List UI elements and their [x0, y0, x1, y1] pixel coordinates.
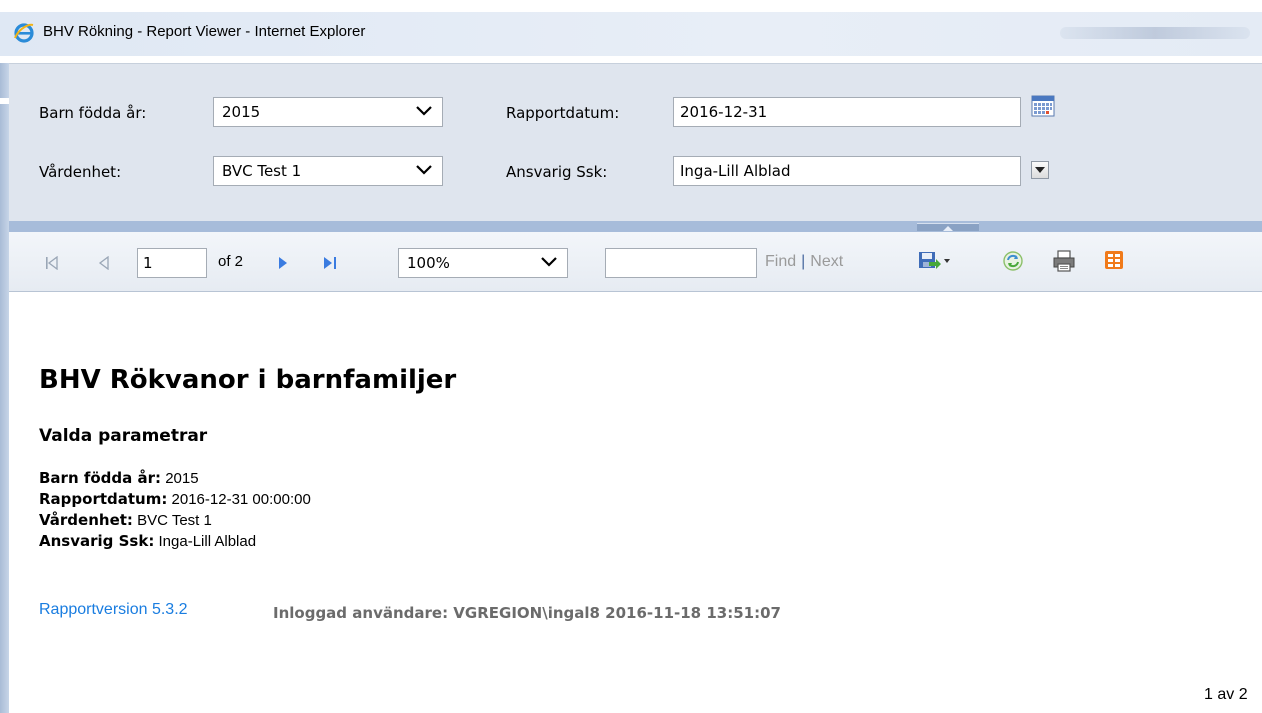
logged-in-user: Inloggad användare: VGREGION\ingal8 2016… — [273, 604, 781, 622]
report-param-line: Ansvarig Ssk: Inga-Lill Alblad — [39, 532, 256, 550]
page-number-input[interactable]: 1 — [137, 248, 207, 278]
nurse-value: Inga-Lill Alblad — [680, 162, 791, 180]
report-param-label: Ansvarig Ssk: — [39, 532, 155, 550]
refresh-icon[interactable] — [1002, 250, 1024, 272]
data-feed-icon[interactable] — [1104, 250, 1124, 270]
find-next-group: Find | Next — [765, 253, 843, 271]
report-param-value: BVC Test 1 — [137, 512, 212, 529]
report-param-line: Vårdenhet: BVC Test 1 — [39, 511, 212, 529]
total-pages-label: of 2 — [218, 253, 244, 270]
chevron-down-icon — [416, 106, 432, 116]
window-left-frame — [0, 63, 9, 713]
report-date-label: Rapportdatum: — [506, 104, 620, 122]
chevron-down-icon — [1035, 167, 1045, 173]
titlebar-blurred-text — [1060, 27, 1250, 39]
last-page-icon[interactable] — [323, 256, 339, 270]
print-icon[interactable] — [1052, 250, 1076, 272]
report-param-line: Barn födda år: 2015 — [39, 469, 199, 487]
find-text-input[interactable] — [605, 248, 757, 278]
next-page-icon[interactable] — [277, 256, 289, 270]
report-param-value: Inga-Lill Alblad — [158, 533, 257, 550]
export-icon[interactable] — [918, 250, 950, 272]
calendar-icon[interactable] — [1031, 95, 1055, 117]
report-param-value: 2016-12-31 00:00:00 — [171, 491, 311, 508]
parameter-panel — [9, 63, 1262, 221]
nurse-input[interactable]: Inga-Lill Alblad — [673, 156, 1021, 186]
page-number-value: 1 — [143, 254, 153, 272]
birth-year-select[interactable]: 2015 — [213, 97, 443, 127]
report-title: BHV Rökvanor i barnfamiljer — [39, 365, 457, 395]
parameter-splitter — [9, 221, 1262, 232]
page-indicator: 1 av 2 — [1204, 686, 1248, 703]
report-param-label: Vårdenhet: — [39, 511, 133, 529]
report-param-line: Rapportdatum: 2016-12-31 00:00:00 — [39, 490, 311, 508]
chevron-down-icon — [541, 257, 557, 267]
report-subtitle: Valda parametrar — [39, 426, 208, 446]
report-date-input[interactable]: 2016-12-31 — [673, 97, 1021, 127]
unit-value: BVC Test 1 — [222, 162, 302, 180]
birth-year-label: Barn födda år: — [39, 104, 147, 122]
nurse-dropdown-button[interactable] — [1031, 161, 1049, 179]
report-param-label: Barn födda år: — [39, 469, 162, 487]
birth-year-value: 2015 — [222, 103, 261, 121]
next-button[interactable]: Next — [810, 253, 843, 270]
previous-page-icon[interactable] — [98, 256, 110, 270]
window-titlebar: BHV Rökning - Report Viewer - Internet E… — [0, 0, 1262, 63]
first-page-icon[interactable] — [45, 256, 59, 270]
unit-select[interactable]: BVC Test 1 — [213, 156, 443, 186]
nurse-label: Ansvarig Ssk: — [506, 163, 608, 181]
zoom-value: 100% — [407, 254, 450, 272]
collapse-parameters-handle[interactable] — [917, 223, 979, 231]
find-button[interactable]: Find — [765, 253, 796, 270]
chevron-up-icon — [943, 226, 953, 231]
chevron-down-icon — [416, 165, 432, 175]
window-title: BHV Rökning - Report Viewer - Internet E… — [43, 23, 366, 40]
zoom-select[interactable]: 100% — [398, 248, 568, 278]
report-param-value: 2015 — [165, 470, 199, 487]
report-version-link[interactable]: Rapportversion 5.3.2 — [39, 601, 188, 619]
report-date-value: 2016-12-31 — [680, 103, 768, 121]
frame-edge — [0, 63, 9, 713]
find-separator: | — [801, 253, 806, 270]
internet-explorer-icon — [14, 23, 34, 43]
report-param-label: Rapportdatum: — [39, 490, 168, 508]
unit-label: Vårdenhet: — [39, 163, 122, 181]
frame-edge-gap — [0, 98, 9, 104]
